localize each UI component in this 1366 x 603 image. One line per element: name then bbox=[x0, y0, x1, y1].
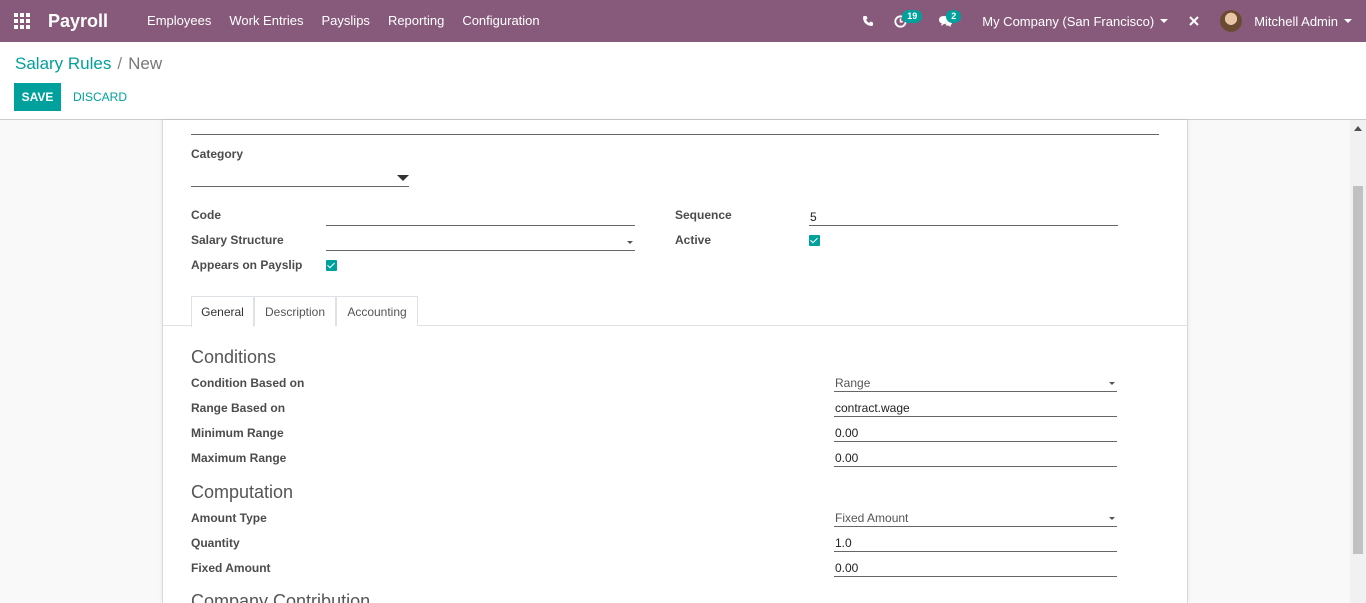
user-name: Mitchell Admin bbox=[1254, 13, 1338, 29]
save-button[interactable]: SAVE bbox=[14, 83, 61, 111]
activity-clock-icon[interactable]: 19 bbox=[884, 0, 928, 42]
fixed-amount-input[interactable]: 0.00 bbox=[834, 559, 1117, 577]
chevron-down-icon bbox=[1344, 19, 1352, 23]
breadcrumb-current: New bbox=[128, 54, 163, 73]
notebook-tabs: General Description Accounting bbox=[163, 296, 1187, 327]
messages-icon[interactable]: 2 bbox=[928, 0, 972, 42]
scroll-up-arrow-icon[interactable] bbox=[1354, 126, 1362, 131]
breadcrumb-salary-rules[interactable]: Salary Rules bbox=[15, 54, 111, 74]
page-scrollbar[interactable] bbox=[1350, 120, 1366, 603]
active-checkbox[interactable] bbox=[809, 235, 820, 246]
chevron-down-icon bbox=[1109, 382, 1115, 385]
code-input[interactable] bbox=[326, 208, 635, 226]
chevron-down-icon bbox=[397, 175, 409, 181]
sequence-label: Sequence bbox=[675, 208, 732, 222]
breadcrumb-separator: / bbox=[117, 54, 123, 73]
range-based-on-label: Range Based on bbox=[191, 401, 286, 415]
debug-tools-icon[interactable] bbox=[1178, 0, 1210, 42]
message-count-badge: 2 bbox=[946, 10, 962, 23]
menu-item-employees[interactable]: Employees bbox=[138, 0, 220, 42]
menu-item-reporting[interactable]: Reporting bbox=[379, 0, 453, 42]
condition-based-on-value: Range bbox=[835, 376, 871, 390]
sequence-input[interactable]: 5 bbox=[809, 208, 1118, 226]
minimum-range-input[interactable]: 0.00 bbox=[834, 424, 1117, 442]
company-contribution-title: Company Contribution bbox=[191, 591, 371, 603]
active-label: Active bbox=[675, 233, 712, 247]
menu-item-configuration[interactable]: Configuration bbox=[453, 0, 548, 42]
quantity-input[interactable]: 1.0 bbox=[834, 534, 1117, 552]
amount-type-value: Fixed Amount bbox=[835, 511, 909, 525]
appears-on-payslip-label: Appears on Payslip bbox=[191, 258, 303, 272]
salary-structure-select[interactable] bbox=[326, 233, 635, 251]
amount-type-label: Amount Type bbox=[191, 511, 267, 525]
breadcrumb: Salary Rules / New bbox=[15, 54, 162, 74]
minimum-range-label: Minimum Range bbox=[191, 426, 284, 440]
chevron-down-icon bbox=[1109, 517, 1115, 520]
salary-structure-label: Salary Structure bbox=[191, 233, 284, 247]
range-based-on-input[interactable]: contract.wage bbox=[834, 399, 1117, 417]
tab-accounting[interactable]: Accounting bbox=[336, 296, 418, 326]
chevron-down-icon bbox=[1160, 19, 1169, 23]
top-navbar: Payroll Employees Work Entries Payslips … bbox=[0, 0, 1366, 42]
user-menu[interactable]: Mitchell Admin bbox=[1210, 0, 1366, 42]
control-panel: Salary Rules / New SAVE DISCARD bbox=[0, 42, 1366, 120]
phone-icon[interactable] bbox=[852, 0, 884, 42]
condition-based-on-label: Condition Based on bbox=[191, 376, 305, 390]
company-switcher[interactable]: My Company (San Francisco) bbox=[972, 0, 1178, 42]
activity-count-badge: 19 bbox=[902, 10, 923, 23]
appears-on-payslip-checkbox[interactable] bbox=[326, 260, 337, 271]
main-menu: Employees Work Entries Payslips Reportin… bbox=[138, 0, 549, 42]
amount-type-select[interactable]: Fixed Amount bbox=[834, 509, 1117, 527]
menu-item-work-entries[interactable]: Work Entries bbox=[220, 0, 312, 42]
chevron-down-icon bbox=[627, 241, 633, 244]
avatar bbox=[1220, 10, 1243, 32]
rule-name-input[interactable] bbox=[191, 134, 1159, 135]
maximum-range-input[interactable]: 0.00 bbox=[834, 449, 1117, 467]
menu-item-payslips[interactable]: Payslips bbox=[313, 0, 379, 42]
app-name[interactable]: Payroll bbox=[48, 11, 108, 32]
discard-button[interactable]: DISCARD bbox=[73, 83, 127, 111]
apps-menu-icon[interactable] bbox=[0, 0, 44, 42]
maximum-range-label: Maximum Range bbox=[191, 451, 287, 465]
scrollbar-thumb[interactable] bbox=[1353, 186, 1363, 554]
company-name: My Company (San Francisco) bbox=[982, 13, 1155, 29]
conditions-title: Conditions bbox=[191, 347, 277, 367]
systray: 19 2 My Company (San Francisco) Mitchell… bbox=[852, 0, 1366, 42]
form-sheet: Category Code Salary Structure Appears o… bbox=[162, 120, 1188, 603]
code-label: Code bbox=[191, 208, 221, 222]
category-label: Category bbox=[191, 147, 244, 161]
tab-general[interactable]: General bbox=[191, 296, 254, 327]
condition-based-on-select[interactable]: Range bbox=[834, 374, 1117, 392]
computation-title: Computation bbox=[191, 482, 294, 502]
tab-description[interactable]: Description bbox=[254, 296, 336, 326]
quantity-label: Quantity bbox=[191, 536, 240, 550]
category-select[interactable] bbox=[191, 169, 409, 187]
fixed-amount-label: Fixed Amount bbox=[191, 561, 271, 575]
